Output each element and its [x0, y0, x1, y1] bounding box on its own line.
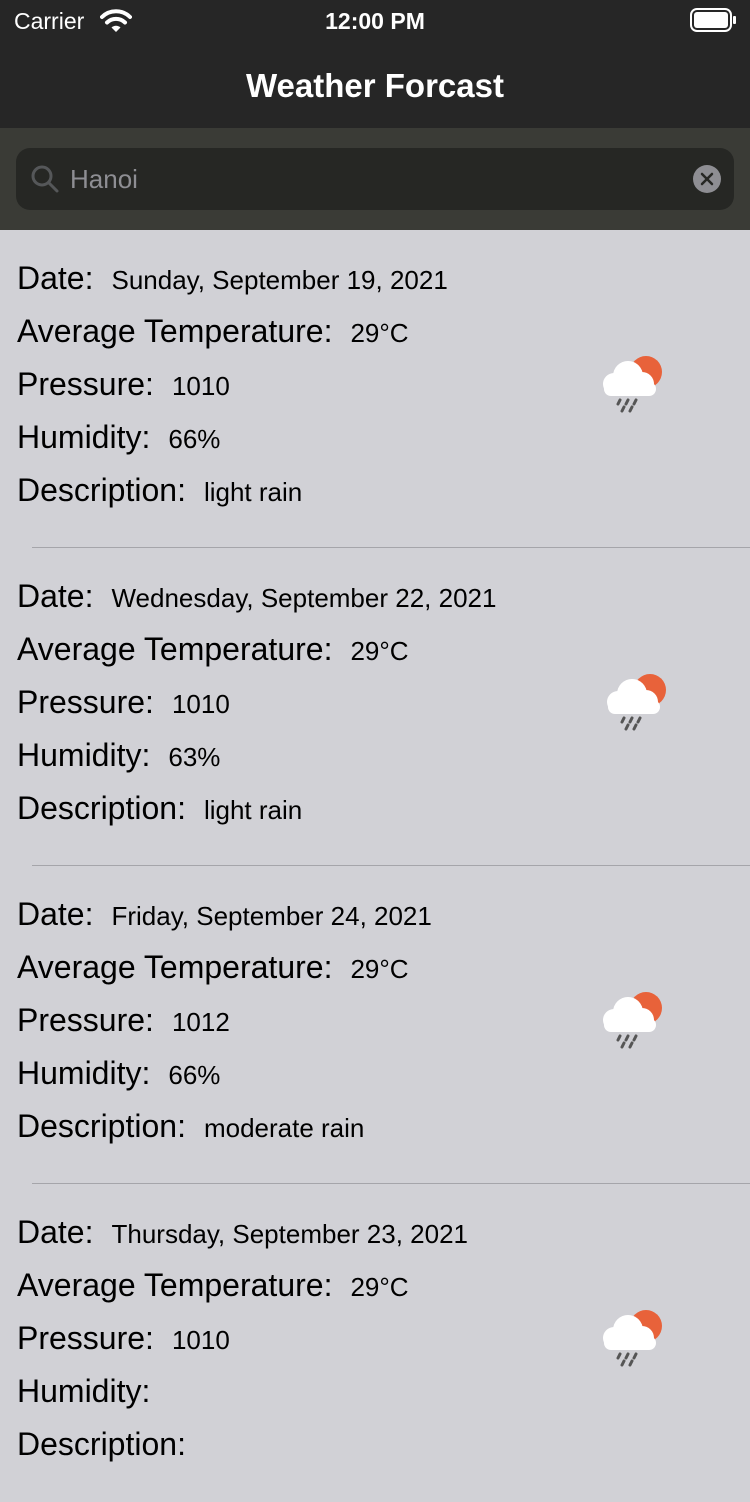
avg-temp-value: 29°C [350, 1272, 409, 1302]
status-bar: Carrier 12:00 PM [0, 0, 750, 44]
description-value: moderate rain [203, 1113, 365, 1143]
battery-icon [690, 8, 736, 32]
description-label: Description: [17, 1426, 186, 1462]
search-field[interactable] [16, 148, 734, 210]
cloud-sun-rain-icon [603, 992, 662, 1049]
cloud-sun-rain-icon [603, 1310, 662, 1367]
forecast-row[interactable]: Date: Wednesday, September 22, 2021 Avera… [0, 548, 750, 866]
date-label: Date: [17, 578, 94, 614]
search-input[interactable] [70, 148, 670, 210]
page-title: Weather Forcast [246, 67, 504, 104]
cloud-sun-rain-icon [603, 356, 662, 413]
forecast-row[interactable]: Date: Friday, September 24, 2021 Average … [0, 866, 750, 1184]
clear-search-button[interactable] [693, 165, 721, 193]
description-label: Description: [17, 1108, 186, 1144]
avg-temp-label: Average Temperature: [17, 313, 333, 349]
search-icon [31, 165, 59, 193]
avg-temp-value: 29°C [350, 954, 409, 984]
description-label: Description: [17, 472, 186, 508]
pressure-label: Pressure: [17, 684, 154, 720]
date-label: Date: [17, 896, 94, 932]
close-icon [700, 172, 714, 186]
humidity-label: Humidity: [17, 737, 151, 773]
forecast-list: Date: Sunday, September 19, 2021 Average … [0, 230, 750, 1502]
navigation-bar: Weather Forcast [0, 44, 750, 128]
search-bar [0, 128, 750, 230]
pressure-value: 1010 [171, 689, 230, 719]
avg-temp-value: 29°C [350, 318, 409, 348]
avg-temp-label: Average Temperature: [17, 631, 333, 667]
humidity-label: Humidity: [17, 1055, 151, 1091]
humidity-value: 63% [168, 742, 221, 772]
pressure-label: Pressure: [17, 366, 154, 402]
pressure-value: 1012 [171, 1007, 230, 1037]
date-label: Date: [17, 260, 94, 296]
avg-temp-label: Average Temperature: [17, 949, 333, 985]
description-value: light rain [203, 477, 303, 507]
date-label: Date: [17, 1214, 94, 1250]
humidity-label: Humidity: [17, 419, 151, 455]
avg-temp-value: 29°C [350, 636, 409, 666]
description-label: Description: [17, 790, 186, 826]
pressure-label: Pressure: [17, 1320, 154, 1356]
humidity-value: 66% [168, 1060, 221, 1090]
pressure-label: Pressure: [17, 1002, 154, 1038]
cloud-sun-rain-icon [607, 674, 666, 731]
humidity-value: 66% [168, 424, 221, 454]
date-value: Sunday, September 19, 2021 [111, 265, 448, 295]
forecast-row[interactable]: Date: Thursday, September 23, 2021 Averag… [0, 1184, 750, 1502]
pressure-value: 1010 [171, 1325, 230, 1355]
status-time: 12:00 PM [325, 8, 425, 34]
description-value: light rain [203, 795, 303, 825]
forecast-row[interactable]: Date: Sunday, September 19, 2021 Average … [0, 230, 750, 548]
date-value: Thursday, September 23, 2021 [111, 1219, 468, 1249]
date-value: Wednesday, September 22, 2021 [111, 583, 497, 613]
humidity-label: Humidity: [17, 1373, 151, 1409]
date-value: Friday, September 24, 2021 [111, 901, 432, 931]
pressure-value: 1010 [171, 371, 230, 401]
avg-temp-label: Average Temperature: [17, 1267, 333, 1303]
